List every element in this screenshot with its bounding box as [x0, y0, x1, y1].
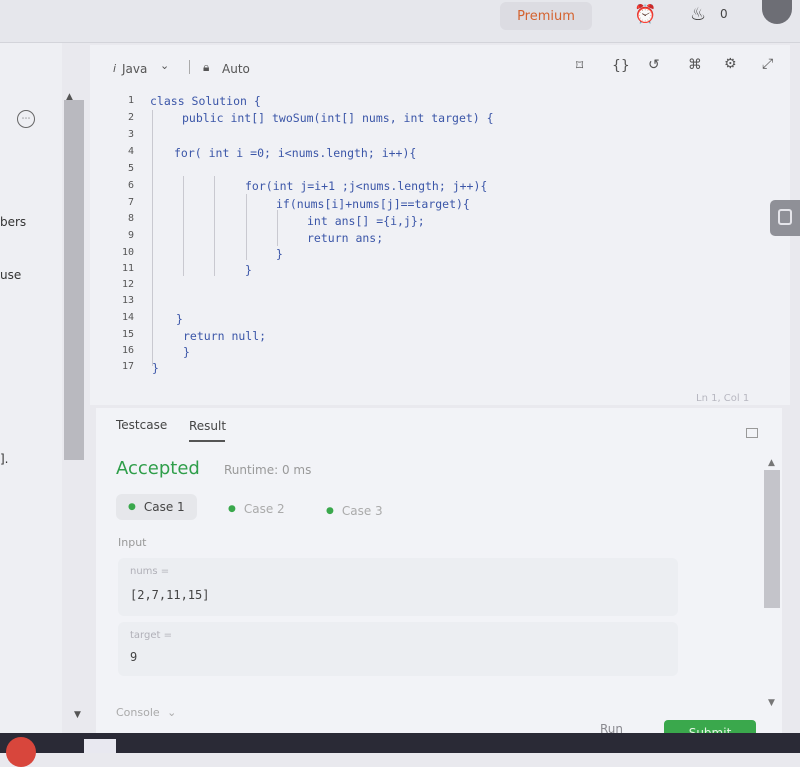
indent-guide — [277, 210, 278, 246]
line-number: 13 — [121, 295, 134, 306]
info-icon: i — [113, 62, 117, 75]
more-options-icon[interactable]: ⋯ — [17, 110, 35, 128]
language-selector[interactable]: Java — [122, 62, 147, 76]
line-number: 9 — [127, 230, 134, 241]
shortcut-icon[interactable]: ⌘ — [688, 57, 702, 73]
browser-icon[interactable] — [6, 737, 36, 767]
indent-guide — [183, 176, 184, 276]
code-line: return null; — [183, 329, 267, 343]
description-text-fragment: ]. — [0, 452, 9, 466]
line-number: 4 — [127, 146, 134, 157]
tab-testcase[interactable]: Testcase — [116, 418, 167, 432]
os-taskbar — [0, 733, 800, 767]
scroll-down-arrow-icon[interactable]: ▼ — [74, 710, 81, 720]
status-dot-icon: ● — [326, 506, 334, 516]
line-number: 10 — [121, 247, 134, 258]
expand-icon[interactable]: ⤢ — [762, 56, 773, 72]
line-number: 12 — [121, 279, 134, 290]
description-text-fragment: use — [0, 268, 22, 282]
lock-icon: 🔒︎ — [203, 60, 210, 74]
param-box — [118, 558, 678, 616]
layout-icon[interactable] — [746, 428, 758, 438]
code-line: } — [176, 312, 183, 326]
premium-button[interactable]: Premium — [500, 2, 592, 30]
code-line: } — [276, 247, 283, 261]
line-number: 15 — [121, 329, 134, 340]
format-code-icon[interactable]: {} — [612, 58, 630, 74]
status-dot-icon: ● — [228, 504, 236, 514]
problem-description-panel — [0, 43, 62, 733]
line-number: 8 — [127, 213, 134, 224]
indent-guide — [246, 194, 247, 260]
status-dot-icon: ● — [128, 502, 136, 512]
code-line: public int[] twoSum(int[] nums, int targ… — [182, 111, 494, 125]
result-scrollbar[interactable] — [764, 470, 780, 608]
param-value: 9 — [130, 650, 138, 664]
active-tab-indicator — [189, 440, 225, 442]
param-name: nums = — [130, 566, 170, 577]
code-line: class Solution { — [150, 94, 261, 108]
chevron-down-icon[interactable]: ⌄ — [160, 59, 169, 72]
case-tab-1[interactable]: ● Case 1 — [116, 494, 197, 520]
param-value: [2,7,11,15] — [130, 588, 210, 602]
reset-icon[interactable]: ↺ — [648, 57, 660, 73]
runtime-text: Runtime: 0 ms — [224, 463, 312, 477]
case-tab-2[interactable]: ● Case 2 — [216, 496, 297, 522]
indent-guide — [214, 176, 215, 276]
code-line: for(int j=i+1 ;j<nums.length; j++){ — [245, 179, 488, 193]
top-navigation-bar — [0, 0, 800, 43]
flame-icon[interactable]: ♨ — [690, 4, 706, 25]
line-number: 3 — [127, 129, 134, 140]
line-number: 11 — [121, 263, 134, 274]
code-line: for( int i =0; i<nums.length; i++){ — [174, 146, 417, 160]
scroll-up-arrow-icon[interactable]: ▲ — [768, 458, 775, 468]
line-number: 14 — [121, 312, 134, 323]
console-toggle[interactable]: Console ⌄ — [116, 706, 176, 719]
line-number: 2 — [127, 112, 134, 123]
alarm-clock-icon[interactable]: ⏰ — [634, 4, 656, 25]
tab-result[interactable]: Result — [189, 419, 226, 433]
code-line: } — [183, 345, 190, 359]
autocomplete-mode[interactable]: Auto — [222, 62, 250, 76]
cursor-position-status: Ln 1, Col 1 — [696, 393, 750, 404]
app-icon[interactable] — [84, 739, 116, 753]
bookmark-icon[interactable]: ⌑ — [576, 58, 583, 74]
case-label: Case 3 — [341, 504, 383, 518]
input-label: Input — [118, 536, 147, 549]
code-line: int ans[] ={i,j}; — [307, 214, 425, 228]
toolbar-divider — [189, 60, 190, 74]
description-scrollbar[interactable] — [64, 100, 84, 460]
line-number: 16 — [121, 345, 134, 356]
verdict-status: Accepted — [116, 458, 200, 479]
code-line: if(nums[i]+nums[j]==target){ — [276, 197, 470, 211]
description-text-fragment: bers — [0, 215, 27, 229]
console-label: Console — [116, 706, 160, 719]
code-line: } — [152, 361, 159, 375]
line-number: 7 — [127, 197, 134, 208]
case-tab-3[interactable]: ● Case 3 — [314, 498, 395, 524]
indent-guide — [152, 110, 153, 366]
case-label: Case 1 — [143, 500, 185, 514]
code-line: return ans; — [307, 231, 384, 245]
param-box — [118, 622, 678, 676]
line-number: 1 — [127, 95, 134, 106]
panel-toggle-handle[interactable] — [770, 200, 800, 236]
case-label: Case 2 — [243, 502, 285, 516]
line-number: 17 — [121, 361, 134, 372]
chevron-down-icon: ⌄ — [167, 706, 177, 719]
param-name: target = — [130, 630, 172, 641]
streak-count: 0 — [720, 7, 728, 21]
scroll-down-arrow-icon[interactable]: ▼ — [768, 698, 775, 708]
line-number: 5 — [127, 163, 134, 174]
line-number: 6 — [127, 180, 134, 191]
settings-icon[interactable]: ⚙ — [724, 56, 737, 72]
note-icon — [778, 209, 792, 225]
code-line: } — [245, 263, 252, 277]
